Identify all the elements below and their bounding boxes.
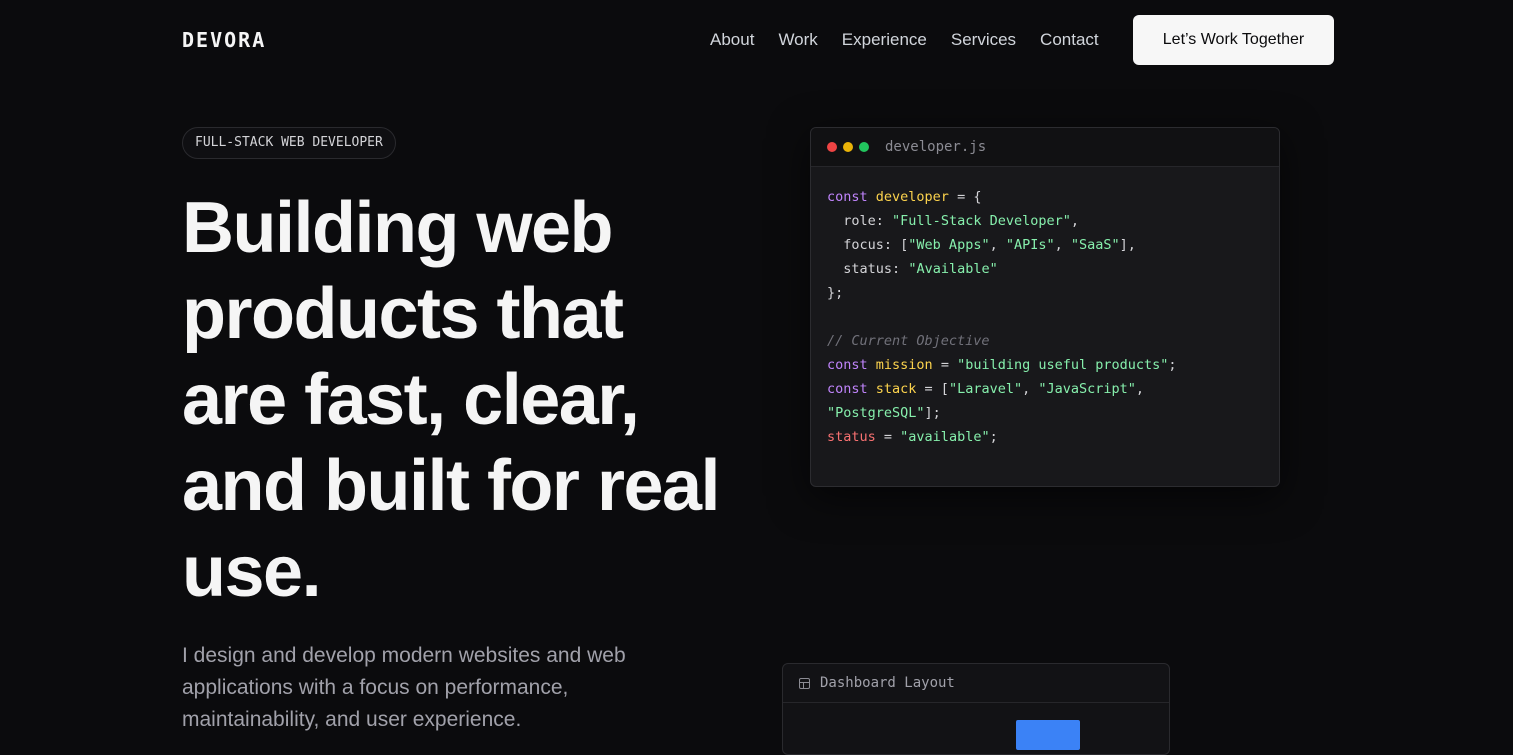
- hero-intro: I design and develop modern websites and…: [182, 644, 626, 731]
- code-token: status: [827, 429, 876, 445]
- code-token: status: [843, 261, 893, 277]
- hero-headline: Building web products that are fast, cle…: [182, 188, 721, 612]
- code-token: developer: [875, 189, 949, 205]
- code-token: "JavaScript": [1038, 381, 1136, 397]
- code-token: const: [827, 189, 868, 205]
- main-nav: About Work Experience Services Contact: [710, 30, 1123, 50]
- code-token: = {: [948, 189, 982, 205]
- nav-work[interactable]: Work: [778, 30, 817, 50]
- window-minimize-dot-icon: [843, 142, 853, 152]
- code-token: "SaaS": [1070, 237, 1120, 253]
- dashboard-card-header: Dashboard Layout: [783, 664, 1169, 703]
- code-token: stack: [875, 381, 917, 397]
- code-token: mission: [875, 357, 933, 373]
- work-together-button[interactable]: Let’s Work Together: [1133, 15, 1334, 65]
- code-card-header: developer.js: [811, 128, 1279, 167]
- nav-services[interactable]: Services: [951, 30, 1016, 50]
- code-filename: developer.js: [885, 139, 987, 155]
- logo[interactable]: DEVORA: [182, 28, 266, 52]
- code-token: focus: [843, 237, 884, 253]
- code-comment: // Current Objective: [827, 333, 990, 349]
- code-card: developer.js const developer = { role: "…: [810, 127, 1280, 487]
- nav-contact[interactable]: Contact: [1040, 30, 1099, 50]
- dashboard-layout-card: Dashboard Layout: [782, 663, 1170, 755]
- nav-about[interactable]: About: [710, 30, 754, 50]
- code-token: const: [827, 357, 868, 373]
- code-token: "Available": [908, 261, 998, 277]
- code-token: "PostgreSQL": [827, 405, 925, 421]
- role-badge: FULL-STACK WEB DEVELOPER: [182, 127, 396, 159]
- nav-experience[interactable]: Experience: [842, 30, 927, 50]
- code-block: const developer = { role: "Full-Stack De…: [827, 189, 1177, 445]
- window-maximize-dot-icon: [859, 142, 869, 152]
- code-token: };: [827, 285, 844, 301]
- code-token: const: [827, 381, 868, 397]
- code-token: role: [843, 213, 876, 229]
- code-token: "Web Apps": [908, 237, 990, 253]
- layout-icon: [799, 677, 810, 689]
- code-token: "APIs": [1005, 237, 1055, 253]
- code-token: "Full-Stack Developer": [892, 213, 1071, 229]
- dashboard-card-title: Dashboard Layout: [820, 675, 955, 691]
- code-token: "available": [900, 429, 990, 445]
- window-close-dot-icon: [827, 142, 837, 152]
- dashboard-preview-block: [1016, 720, 1080, 750]
- code-token: "Laravel": [948, 381, 1023, 397]
- code-token: "building useful products": [957, 357, 1169, 373]
